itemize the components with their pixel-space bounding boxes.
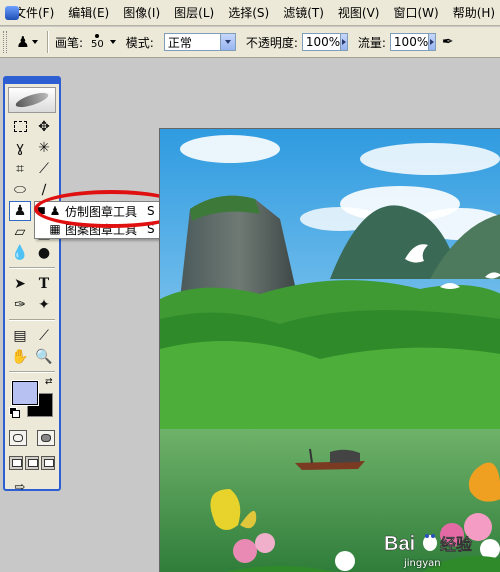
eraser-tool-icon[interactable]: ▱ (9, 222, 31, 242)
marquee-tool-icon[interactable] (9, 117, 31, 137)
flyout-item-clone-stamp[interactable]: ■ ♟ 仿制图章工具 S (35, 202, 161, 220)
chevron-down-icon (31, 40, 38, 44)
magic-wand-tool-icon[interactable]: ✳ (33, 138, 55, 158)
flow-slider-button[interactable] (428, 34, 435, 50)
move-tool-icon[interactable]: ✥ (33, 117, 55, 137)
selected-bullet-icon: ■ (37, 206, 46, 216)
menu-bar: 文件(F) 编辑(E) 图像(I) 图层(L) 选择(S) 滤镜(T) 视图(V… (0, 0, 500, 26)
default-colors-icon[interactable] (9, 407, 20, 418)
brush-picker[interactable]: 50 (91, 34, 104, 50)
pen-tool-icon[interactable]: ✑ (9, 295, 31, 315)
crop-tool-icon[interactable]: ⌗ (9, 159, 31, 179)
foreground-color-swatch[interactable] (11, 380, 39, 406)
menu-image[interactable]: 图像(I) (116, 0, 167, 26)
airbrush-icon[interactable]: ✒ (442, 34, 454, 50)
baidu-jingyan-watermark: Bai 经验 jingyan (382, 528, 498, 570)
menu-view[interactable]: 视图(V) (331, 0, 387, 26)
opacity-label: 不透明度: (245, 35, 298, 50)
lasso-tool-icon[interactable]: ɣ (9, 138, 31, 158)
opacity-slider-button[interactable] (340, 34, 347, 50)
mode-dropdown-button[interactable] (219, 34, 235, 50)
type-tool-icon[interactable]: T (33, 274, 55, 294)
pattern-stamp-icon: ▦ (49, 222, 61, 236)
quick-mask-icon (41, 433, 51, 442)
standard-mode-button[interactable] (9, 429, 27, 446)
color-swatches: ⇄ (9, 377, 55, 421)
shape-tool-icon[interactable]: ✦ (33, 295, 55, 315)
separator (47, 31, 49, 53)
watermark-logo-suffix: 经验 (440, 535, 473, 554)
chevron-right-icon (430, 39, 435, 45)
eyedropper-tool-icon[interactable]: ⟋ (33, 326, 55, 346)
full-screen-mode-button[interactable] (41, 455, 55, 470)
opacity-field[interactable]: 100% (301, 33, 348, 51)
flow-field[interactable]: 100% (389, 33, 436, 51)
dodge-tool-icon[interactable]: ● (33, 243, 55, 263)
menu-select[interactable]: 选择(S) (221, 0, 276, 26)
clone-stamp-icon: ♟ (16, 33, 30, 51)
document-canvas[interactable] (159, 128, 500, 572)
swap-colors-icon[interactable]: ⇄ (45, 377, 53, 387)
flyout-item-label: 图案图章工具 (65, 222, 138, 237)
feather-icon (14, 89, 50, 111)
flow-value: 100% (393, 35, 429, 49)
healing-brush-tool-icon[interactable]: ⬭ (9, 180, 31, 200)
menu-layer[interactable]: 图层(L) (167, 0, 221, 26)
mode-select[interactable]: 正常 (163, 33, 236, 51)
stamp-tool-flyout: ■ ♟ 仿制图章工具 S ▦ 图案图章工具 S (34, 201, 162, 239)
toolbox-title-bar[interactable] (5, 78, 59, 84)
toolbox-divider (9, 371, 55, 373)
brush-dropdown-icon[interactable] (109, 40, 116, 44)
zoom-tool-icon[interactable]: 🔍 (33, 347, 55, 367)
blur-tool-icon[interactable]: 💧 (9, 243, 31, 263)
full-screen-menu-mode-button[interactable] (25, 455, 39, 470)
mode-label: 模式: (125, 35, 154, 50)
flow-label: 流量: (357, 35, 386, 50)
hand-tool-icon[interactable]: ✋ (9, 347, 31, 367)
toolbox-divider (9, 319, 55, 321)
brush-tool-icon[interactable]: ∕ (33, 180, 55, 200)
watermark-logo-text: Bai (384, 533, 415, 555)
flyout-item-pattern-stamp[interactable]: ▦ 图案图章工具 S (35, 220, 161, 238)
brush-label: 画笔: (55, 35, 84, 50)
toolbox-divider (9, 267, 55, 269)
standard-mode-icon (13, 433, 23, 442)
menu-edit[interactable]: 编辑(E) (61, 0, 116, 26)
mode-value: 正常 (167, 35, 192, 50)
brush-dot-icon (95, 34, 100, 38)
toolbox: ✥ ɣ ✳ ⌗ ⟋ ⬭ ∕ ♟ ✎ ▱ ▆ 💧 ● ➤ T ✑ ✦ ▤ ⟋ ✋ … (3, 76, 61, 494)
jump-to-imageready-icon[interactable]: ⇨ (9, 478, 31, 498)
clone-stamp-icon: ♟ (49, 204, 61, 218)
menu-window[interactable]: 窗口(W) (386, 0, 445, 26)
watermark-subtext: jingyan (404, 558, 441, 569)
tool-options-bar: ♟ 画笔: 50 模式: 正常 不透明度: 100% 流量: 100% ✒ (0, 27, 500, 58)
brush-size: 50 (91, 39, 104, 50)
menu-help[interactable]: 帮助(H) (446, 0, 500, 26)
slice-tool-icon[interactable]: ⟋ (33, 159, 55, 179)
tool-preset-picker[interactable]: ♟ (13, 31, 41, 53)
standard-screen-mode-button[interactable] (9, 455, 23, 470)
landscape-image (160, 129, 500, 572)
clone-stamp-tool-icon[interactable]: ♟ (9, 200, 31, 221)
options-grip[interactable] (3, 31, 7, 53)
path-selection-tool-icon[interactable]: ➤ (9, 274, 31, 294)
chevron-down-icon (224, 40, 231, 44)
opacity-value: 100% (305, 35, 341, 49)
quick-mask-mode-button[interactable] (37, 429, 55, 446)
menu-filter[interactable]: 滤镜(T) (276, 0, 331, 26)
notes-tool-icon[interactable]: ▤ (9, 326, 31, 346)
baidu-logo: Bai 经验 (384, 533, 473, 556)
chevron-right-icon (342, 39, 347, 45)
feather-logo[interactable] (8, 87, 56, 113)
flyout-item-label: 仿制图章工具 (65, 204, 138, 219)
